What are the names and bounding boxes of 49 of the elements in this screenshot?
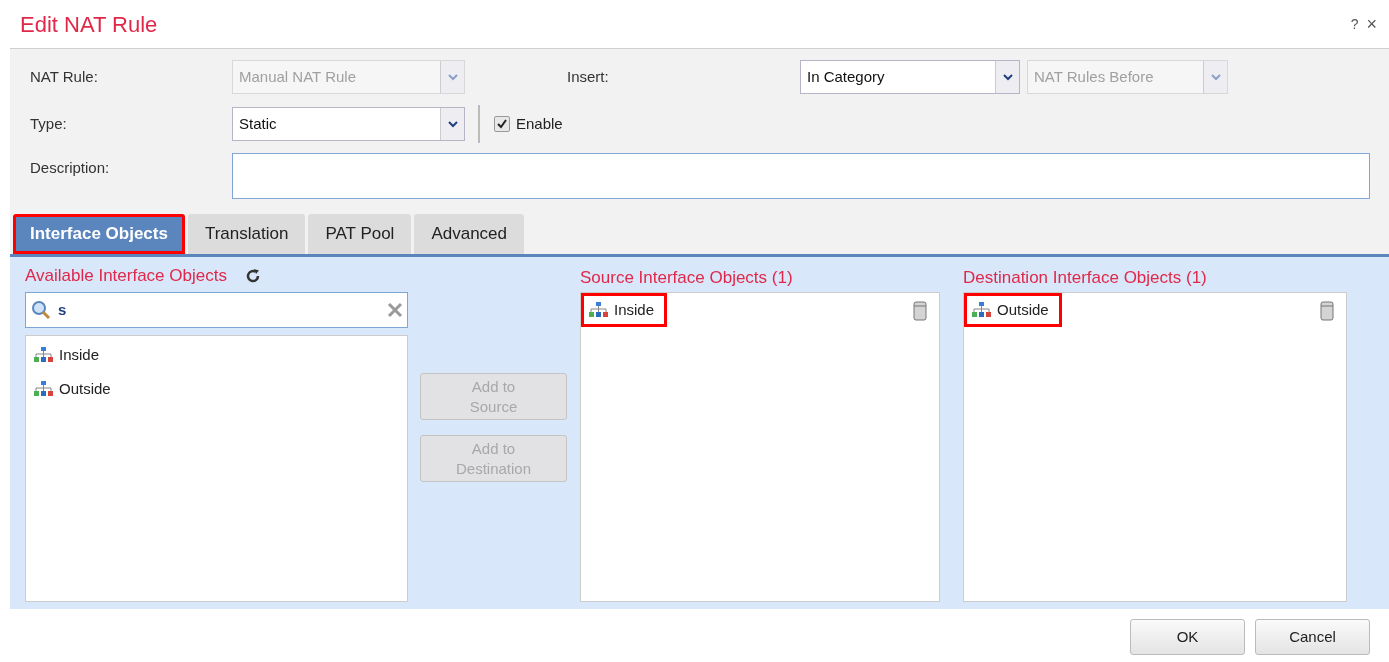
trash-icon[interactable] [913, 301, 927, 321]
interface-item[interactable]: Outside [964, 293, 1062, 327]
dialog-title: Edit NAT Rule [20, 10, 159, 39]
checkmark-icon [496, 118, 508, 130]
item-label: Inside [59, 344, 100, 365]
chevron-down-icon [1002, 73, 1013, 81]
insert-select[interactable]: In Category [800, 60, 1020, 94]
tab[interactable]: Translation [187, 214, 306, 254]
dialog-button[interactable]: Cancel [1255, 619, 1370, 655]
item-label: Inside [614, 299, 655, 320]
tab[interactable]: PAT Pool [308, 214, 412, 254]
item-label: Outside [59, 378, 111, 399]
interface-item[interactable]: Inside [26, 338, 113, 372]
select-value: NAT Rules Before [1033, 66, 1155, 87]
select-value: In Category [806, 66, 886, 87]
column-title: Available Interface Objects [25, 265, 227, 288]
chevron-down-icon [447, 120, 458, 128]
enable-checkbox[interactable] [494, 116, 510, 132]
network-icon [588, 302, 610, 318]
description-field[interactable] [232, 153, 1370, 199]
tab[interactable]: Interface Objects [13, 214, 185, 254]
search-icon [30, 299, 52, 321]
select-value: Manual NAT Rule [238, 66, 357, 87]
select-value: Static [238, 113, 278, 134]
checkbox-label: Enable [516, 113, 563, 134]
item-label: Outside [997, 299, 1049, 320]
chevron-down-icon [1210, 73, 1221, 81]
close-button[interactable]: × [1362, 10, 1381, 38]
interface-item[interactable]: Outside [26, 372, 124, 406]
field-label: NAT Rule: [29, 66, 99, 87]
search-field[interactable]: s [25, 292, 408, 328]
network-icon [33, 347, 55, 363]
trash-icon[interactable] [1320, 301, 1334, 321]
tab[interactable]: Advanced [414, 214, 525, 254]
dialog-button[interactable]: OK [1130, 619, 1245, 655]
refresh-icon[interactable] [244, 268, 261, 284]
search-value: s [58, 299, 68, 320]
type-select[interactable]: Static [232, 107, 465, 141]
interface-item[interactable]: Inside [581, 293, 668, 327]
help-button[interactable]: ? [1346, 13, 1363, 35]
column-title: Source Interface Objects (1) [580, 267, 794, 287]
column-title: Destination Interface Objects (1) [963, 267, 1208, 287]
chevron-down-icon [447, 73, 458, 81]
field-label: Insert: [567, 66, 610, 87]
field-label: Description: [29, 158, 111, 178]
network-icon [33, 381, 55, 397]
network-icon [971, 302, 993, 318]
clear-icon[interactable] [387, 302, 403, 318]
field-label: Type: [29, 113, 68, 134]
